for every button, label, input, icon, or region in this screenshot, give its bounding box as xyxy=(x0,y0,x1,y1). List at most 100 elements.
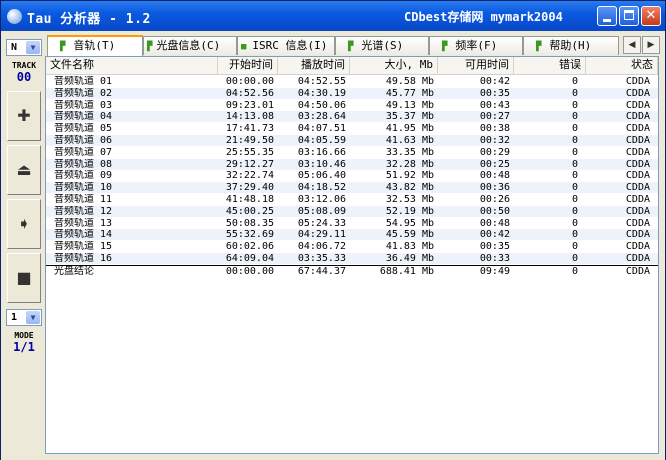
add-button[interactable]: ✚ xyxy=(7,91,41,141)
column-header-errors[interactable]: 错误 xyxy=(514,57,586,74)
tab-tracks[interactable]: ▛ 音轨(T) xyxy=(47,35,143,56)
cell-size: 45.77 Mb xyxy=(385,87,434,99)
column-header-duration[interactable]: 播放时间 xyxy=(278,57,350,74)
tab-spectrum[interactable]: ▛ 光谱(S) xyxy=(335,36,429,55)
cell-errors: 0 xyxy=(571,265,578,277)
table-row-total[interactable]: 光盘结论 00:00.00 67:44.37 688.41 Mb 09:49 0 CDDA xyxy=(46,264,658,277)
table-row[interactable]: 音频轨道 06 21:49.50 04:05.59 41.63 Mb 00:32 0 CDD… xyxy=(46,135,658,146)
title-bar[interactable]: Tau 分析器 - 1.2 CDbest存储网 mymark2004 ✕ xyxy=(1,1,665,31)
cell-start: 25:55.35 xyxy=(225,146,274,158)
cell-status: CDDA xyxy=(625,170,650,182)
cell-duration: 04:29.11 xyxy=(297,229,346,241)
cell-errors: 0 xyxy=(571,205,578,217)
table-row[interactable]: 音频轨道 04 14:13.08 03:28.64 35.37 Mb 00:27 0 CDD… xyxy=(46,111,658,123)
cell-name: 音频轨道 09 xyxy=(54,170,113,182)
table-row[interactable]: 音频轨道 02 04:52.56 04:30.19 45.77 Mb 00:35 0 CDD… xyxy=(46,87,658,99)
chevron-right-icon: ▶ xyxy=(647,40,655,50)
cell-errors: 0 xyxy=(571,111,578,123)
stop-button[interactable]: ■ xyxy=(7,253,41,303)
drive-select[interactable]: N ▼ xyxy=(6,39,42,56)
cell-name: 音频轨道 05 xyxy=(54,123,113,135)
cell-size: 688.41 Mb xyxy=(379,265,434,277)
column-header-status[interactable]: 状态 xyxy=(586,57,658,74)
table-row[interactable]: 音频轨道 12 45:00.25 05:08.09 52.19 Mb 00:50 0 CDD… xyxy=(46,205,658,217)
table-row[interactable]: 音频轨道 08 29:12.27 03:10.46 32.28 Mb 00:25 0 CDD… xyxy=(46,158,658,170)
cell-name: 音频轨道 07 xyxy=(54,146,113,158)
stop-icon: ■ xyxy=(16,268,32,287)
cell-status: CDDA xyxy=(625,229,650,241)
table-row[interactable]: 音频轨道 13 50:08.35 05:24.33 54.95 Mb 00:48 0 CDD… xyxy=(46,218,658,229)
drive-select-value: N xyxy=(11,42,18,53)
cell-duration: 04:50.06 xyxy=(297,99,346,111)
tab-disc-info-icon: ▛ xyxy=(147,42,153,52)
cell-name: 音频轨道 15 xyxy=(54,241,113,253)
table-row[interactable]: 音频轨道 14 55:32.69 04:29.11 45.59 Mb 00:42 0 CDD… xyxy=(46,229,658,241)
close-button[interactable]: ✕ xyxy=(641,6,661,26)
table-row[interactable]: 音频轨道 15 60:02.06 04:06.72 41.83 Mb 00:35 0 CDD… xyxy=(46,241,658,252)
cell-available: 00:50 xyxy=(479,205,510,217)
table-row[interactable]: 音频轨道 03 09:23.01 04:50.06 49.13 Mb 00:43 0 CDD… xyxy=(46,100,658,111)
column-header-start[interactable]: 开始时间 xyxy=(218,57,278,74)
cell-available: 00:29 xyxy=(479,146,510,158)
tab-disc-info[interactable]: ▛ 光盘信息(C) xyxy=(143,36,237,55)
minimize-button[interactable] xyxy=(597,6,617,26)
tab-scroll-right-button[interactable]: ▶ xyxy=(642,36,660,54)
cell-duration: 04:05.59 xyxy=(297,135,346,146)
cell-status: CDDA xyxy=(625,76,650,87)
play-button[interactable]: ➧ xyxy=(7,199,41,249)
cell-errors: 0 xyxy=(571,253,578,264)
tab-spectrum-label: 光谱(S) xyxy=(361,39,404,52)
cell-start: 04:52.56 xyxy=(225,87,274,99)
arrow-right-icon: ➧ xyxy=(17,214,31,233)
tab-isrc-info[interactable]: ■ ISRC 信息(I) xyxy=(237,36,335,55)
track-list[interactable]: 文件名称 开始时间 播放时间 大小, Mb 可用时间 错误 状态 音频轨道 01… xyxy=(45,56,659,454)
table-row[interactable]: 音频轨道 16 64:09.04 03:35.33 36.49 Mb 00:33 0 CDD… xyxy=(46,253,658,264)
maximize-button[interactable] xyxy=(619,6,639,26)
cell-duration: 03:10.46 xyxy=(297,158,346,170)
cell-start: 50:08.35 xyxy=(225,217,274,229)
cell-available: 00:48 xyxy=(479,170,510,182)
table-row[interactable]: 音频轨道 01 00:00.00 04:52.55 49.58 Mb 00:42 0 CDD… xyxy=(46,76,658,87)
tab-scroll-left-button[interactable]: ◀ xyxy=(623,36,641,54)
cell-size: 43.82 Mb xyxy=(385,182,434,194)
cell-available: 00:25 xyxy=(479,158,510,170)
cell-status: CDDA xyxy=(625,146,650,158)
cell-duration: 04:52.55 xyxy=(297,76,346,87)
column-header-name[interactable]: 文件名称 xyxy=(46,57,218,74)
cell-errors: 0 xyxy=(571,99,578,111)
cell-size: 36.49 Mb xyxy=(385,253,434,264)
tab-help[interactable]: ▛ 帮助(H) xyxy=(523,36,619,55)
table-row[interactable]: 音频轨道 11 41:48.18 03:12.06 32.53 Mb 00:26 0 CDD… xyxy=(46,194,658,205)
column-header-size[interactable]: 大小, Mb xyxy=(350,57,438,74)
tab-frequency-icon: ▛ xyxy=(442,42,448,52)
cell-duration: 03:12.06 xyxy=(297,194,346,205)
cell-status: CDDA xyxy=(625,241,650,253)
cell-errors: 0 xyxy=(571,135,578,146)
cell-size: 54.95 Mb xyxy=(385,217,434,229)
cell-start: 29:12.27 xyxy=(225,158,274,170)
cell-duration: 05:24.33 xyxy=(297,217,346,229)
cell-size: 49.13 Mb xyxy=(385,99,434,111)
chevron-left-icon: ◀ xyxy=(628,40,636,50)
cell-size: 49.58 Mb xyxy=(385,76,434,87)
cell-available: 09:49 xyxy=(479,265,510,277)
cell-duration: 03:16.66 xyxy=(297,146,346,158)
cell-name: 音频轨道 10 xyxy=(54,182,113,194)
app-icon xyxy=(7,9,22,24)
table-row[interactable]: 音频轨道 05 17:41.73 04:07.51 41.95 Mb 00:38 0 CDD… xyxy=(46,123,658,134)
tab-frequency[interactable]: ▛ 频率(F) xyxy=(429,36,523,55)
window-title-extra: CDbest存储网 mymark2004 xyxy=(404,10,563,24)
cell-errors: 0 xyxy=(571,76,578,87)
eject-icon: ⏏ xyxy=(16,160,32,179)
table-row[interactable]: 音频轨道 10 37:29.40 04:18.52 43.82 Mb 00:36 0 CDD… xyxy=(46,182,658,194)
mode-select[interactable]: 1 ▼ xyxy=(6,309,42,326)
tab-help-label: 帮助(H) xyxy=(549,39,592,52)
cell-errors: 0 xyxy=(571,194,578,205)
eject-button[interactable]: ⏏ xyxy=(7,145,41,195)
cell-name: 音频轨道 08 xyxy=(54,158,113,170)
cell-duration: 67:44.37 xyxy=(297,265,346,277)
table-row[interactable]: 音频轨道 07 25:55.35 03:16.66 33.35 Mb 00:29 0 CDD… xyxy=(46,147,658,158)
cell-start: 09:23.01 xyxy=(225,99,274,111)
table-row[interactable]: 音频轨道 09 32:22.74 05:06.40 51.92 Mb 00:48 0 CDD… xyxy=(46,170,658,181)
column-header-available[interactable]: 可用时间 xyxy=(438,57,514,74)
